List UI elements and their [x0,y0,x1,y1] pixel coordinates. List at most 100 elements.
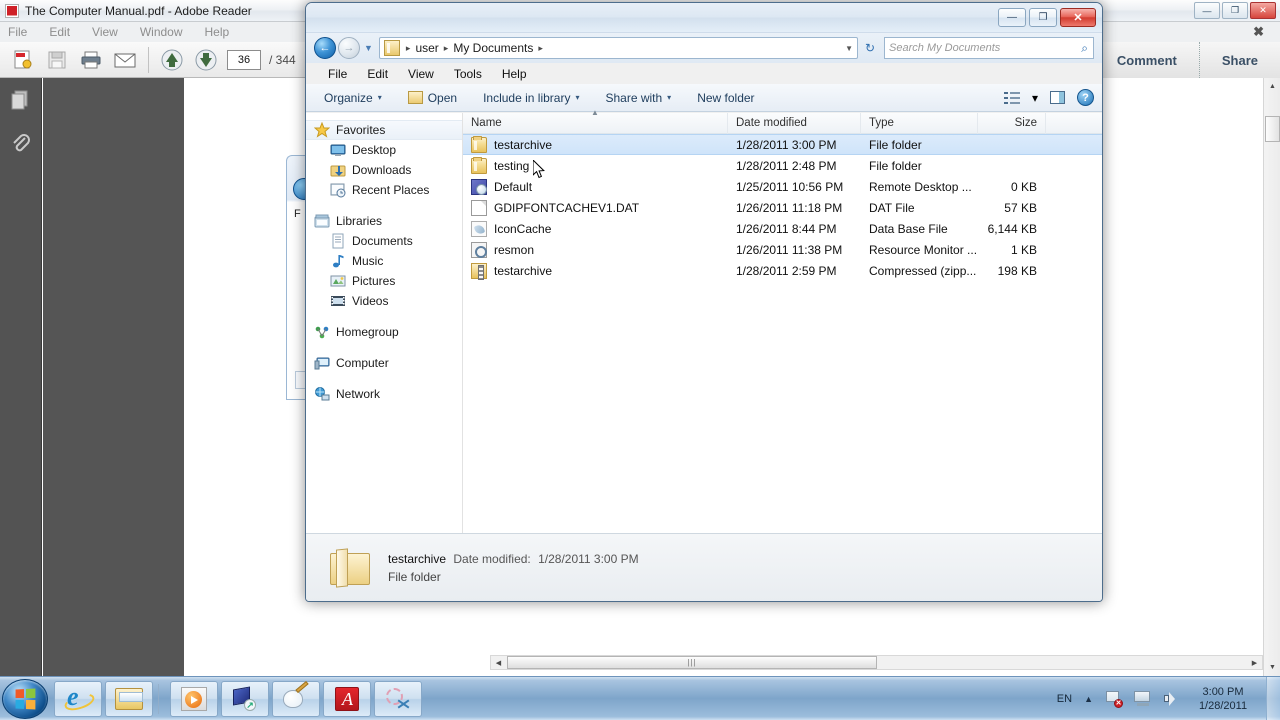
menu-help[interactable]: Help [502,67,527,81]
help-icon[interactable]: ? [1077,89,1094,106]
next-page-icon[interactable] [189,45,223,75]
explorer-minimize-button[interactable]: — [998,8,1026,27]
address-bar[interactable]: ▸ user ▸ My Documents ▸ ▼ [378,37,858,59]
file-list[interactable]: ▲ Name Date modified Type Size testarchi… [463,108,1102,533]
action-center-icon[interactable]: ✕ [1105,691,1123,708]
organize-button[interactable]: Organize ▾ [324,91,382,105]
table-row[interactable]: testarchive 1/28/2011 3:00 PM File folde… [463,134,1102,155]
sidebar-item-recent-places[interactable]: Recent Places [306,180,462,200]
document-vertical-scrollbar[interactable]: ▲ ▼ [1263,78,1280,676]
sidebar-item-favorites[interactable]: Favorites [306,120,462,140]
comment-button[interactable]: Comment [1094,42,1199,78]
taskbar[interactable]: ↗ EN ▲ ✕ 3:00 PM 1/28/2011 [0,676,1280,720]
network-icon[interactable] [1134,691,1152,706]
taskbar-internet-explorer[interactable] [54,680,102,717]
taskbar-remote-desktop[interactable]: ↗ [221,680,269,717]
file-name-cell[interactable]: testarchive [463,135,728,153]
explorer-menubar[interactable]: File Edit View Tools Help [306,63,1102,84]
taskbar-windows-explorer[interactable] [105,680,153,717]
language-indicator[interactable]: EN [1057,693,1072,705]
hscroll-right-arrow[interactable]: ▶ [1247,656,1262,669]
sidebar-item-videos[interactable]: Videos [306,291,462,311]
reader-menu-view[interactable]: View [92,25,118,39]
explorer-titlebar[interactable]: — ❐ ✕ [306,3,1102,33]
sidebar-item-documents[interactable]: Documents [306,231,462,251]
table-row[interactable]: testarchive 1/28/2011 2:59 PM Compressed… [463,260,1102,281]
volume-icon[interactable] [1164,691,1180,706]
reader-menu-edit[interactable]: Edit [49,25,70,39]
file-name-cell[interactable]: Default [463,178,728,195]
share-with-button[interactable]: Share with ▾ [605,91,671,105]
navigation-pane[interactable]: Favorites Desktop Downloads Recent Place… [306,113,463,533]
document-horizontal-scrollbar[interactable]: ◀ ||| ▶ [490,655,1263,670]
file-name-cell[interactable]: IconCache [463,220,728,237]
hscroll-thumb[interactable]: ||| [507,656,877,669]
taskbar-snipping-tool[interactable] [374,680,422,717]
search-input[interactable]: Search My Documents ⌕ [884,37,1094,59]
reader-window-buttons[interactable]: — ❐ ✕ [1194,2,1276,19]
reader-menu-window[interactable]: Window [140,25,183,39]
start-orb[interactable] [2,678,48,719]
breadcrumb-separator[interactable]: ▸ [404,43,413,54]
explorer-window-buttons[interactable]: — ❐ ✕ [998,8,1096,27]
sidebar-item-pictures[interactable]: Pictures [306,271,462,291]
column-header-type[interactable]: Type [861,112,978,134]
view-chevron-down-icon[interactable]: ▾ [1032,91,1038,105]
table-row[interactable]: resmon 1/26/2011 11:38 PM Resource Monit… [463,239,1102,260]
vscroll-up-arrow[interactable]: ▲ [1264,78,1280,95]
taskbar-paint[interactable] [272,680,320,717]
explorer-close-button[interactable]: ✕ [1060,8,1096,27]
change-view-icon[interactable] [1003,91,1020,104]
save-icon[interactable] [40,45,74,75]
preview-pane-icon[interactable] [1050,91,1065,104]
new-folder-button[interactable]: New folder [697,91,754,105]
column-header-size[interactable]: Size [978,112,1046,134]
breadcrumb-user[interactable]: user [412,41,441,55]
print-icon[interactable] [74,45,108,75]
refresh-button[interactable]: ↻ [860,37,880,59]
open-button[interactable]: Open [407,91,457,105]
sidebar-item-music[interactable]: Music [306,251,462,271]
create-pdf-icon[interactable] [6,45,40,75]
reader-minimize-button[interactable]: — [1194,2,1220,19]
menu-tools[interactable]: Tools [454,67,482,81]
back-button[interactable]: ← [314,37,336,59]
show-desktop-button[interactable] [1266,676,1280,720]
attachments-icon[interactable] [0,122,42,166]
taskbar-windows-media-player[interactable] [170,680,218,717]
include-in-library-button[interactable]: Include in library ▾ [483,91,579,105]
reader-menu-file[interactable]: File [8,25,27,39]
close-document-icon[interactable]: ✖ [1253,24,1264,40]
vscroll-down-arrow[interactable]: ▼ [1264,659,1280,676]
previous-page-icon[interactable] [155,45,189,75]
table-row[interactable]: Default 1/25/2011 10:56 PM Remote Deskto… [463,176,1102,197]
vscroll-thumb[interactable] [1265,116,1280,142]
sidebar-item-downloads[interactable]: Downloads [306,160,462,180]
page-thumbnails-icon[interactable] [0,78,42,122]
show-hidden-icons-button[interactable]: ▲ [1084,694,1093,704]
table-row[interactable]: testing 1/28/2011 2:48 PM File folder [463,155,1102,176]
share-button[interactable]: Share [1198,42,1280,78]
reader-close-button[interactable]: ✕ [1250,2,1276,19]
table-row[interactable]: GDIPFONTCACHEV1.DAT 1/26/2011 11:18 PM D… [463,197,1102,218]
reader-maximize-button[interactable]: ❐ [1222,2,1248,19]
clock[interactable]: 3:00 PM 1/28/2011 [1186,685,1260,713]
address-dropdown-icon[interactable]: ▼ [845,44,853,53]
menu-view[interactable]: View [408,67,434,81]
explorer-maximize-button[interactable]: ❐ [1029,8,1057,27]
search-icon[interactable]: ⌕ [1081,41,1088,56]
table-row[interactable]: IconCache 1/26/2011 8:44 PM Data Base Fi… [463,218,1102,239]
menu-file[interactable]: File [328,67,347,81]
file-name-cell[interactable]: resmon [463,241,728,258]
sidebar-item-computer[interactable]: Computer [306,353,462,373]
email-icon[interactable] [108,45,142,75]
hscroll-left-arrow[interactable]: ◀ [491,656,506,669]
sidebar-item-network[interactable]: Network [306,384,462,404]
file-name-cell[interactable]: testing [463,156,728,174]
column-header-date-modified[interactable]: Date modified [728,112,861,134]
file-name-cell[interactable]: testarchive [463,262,728,280]
breadcrumb-my-documents[interactable]: My Documents [450,41,536,55]
sidebar-item-homegroup[interactable]: Homegroup [306,322,462,342]
reader-menu-help[interactable]: Help [205,25,230,39]
file-name-cell[interactable]: GDIPFONTCACHEV1.DAT [463,199,728,216]
